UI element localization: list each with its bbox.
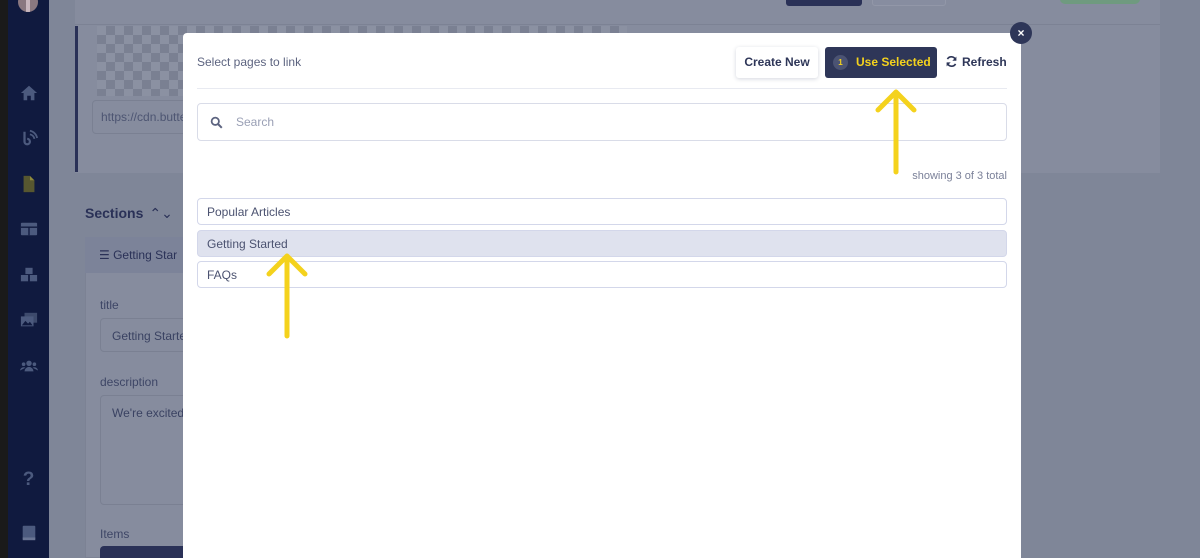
- home-icon[interactable]: [8, 82, 49, 102]
- results-count: showing 3 of 3 total: [912, 170, 1007, 182]
- annotation-arrow-getting-started: [266, 253, 308, 339]
- components-icon[interactable]: [8, 264, 49, 284]
- refresh-label: Refresh: [962, 55, 1007, 69]
- page-item-popular-articles[interactable]: Popular Articles: [197, 198, 1007, 225]
- top-toolbar: [75, 0, 1160, 25]
- title-label: title: [100, 298, 119, 312]
- blog-icon[interactable]: [8, 127, 49, 147]
- refresh-button[interactable]: Refresh: [945, 47, 1007, 78]
- window-edge: [0, 0, 8, 558]
- create-new-button[interactable]: Create New: [736, 47, 818, 78]
- section-panel-title: Getting Star: [113, 248, 178, 262]
- annotation-arrow-use-selected: [875, 89, 917, 175]
- toolbar-primary-button[interactable]: [786, 0, 862, 6]
- user-avatar[interactable]: [18, 0, 38, 12]
- help-icon[interactable]: ?: [8, 470, 49, 490]
- modal-title: Select pages to link: [197, 55, 302, 69]
- selected-count-badge: 1: [833, 55, 848, 70]
- close-icon[interactable]: ×: [1010, 22, 1032, 44]
- page-item-getting-started[interactable]: Getting Started: [197, 230, 1007, 257]
- search-icon: [210, 116, 223, 129]
- field-accent-bar: [75, 26, 78, 172]
- sort-icon[interactable]: ⌃⌄: [149, 205, 172, 221]
- book-icon[interactable]: [8, 522, 49, 542]
- drag-handle-icon[interactable]: ☰: [99, 248, 113, 262]
- use-selected-button[interactable]: 1 Use Selected: [825, 47, 937, 78]
- grid-icon[interactable]: [8, 218, 49, 238]
- description-label: description: [100, 375, 159, 389]
- users-icon[interactable]: [8, 355, 49, 375]
- publish-button[interactable]: [1060, 0, 1140, 4]
- page-item-faqs[interactable]: FAQs: [197, 261, 1007, 288]
- sections-heading: Sections ⌃⌄: [85, 205, 173, 222]
- media-icon[interactable]: [8, 309, 49, 329]
- sections-heading-label: Sections: [85, 205, 144, 221]
- use-selected-label: Use Selected: [856, 55, 931, 69]
- toolbar-secondary-button[interactable]: [872, 0, 946, 6]
- page-icon[interactable]: [8, 173, 49, 193]
- sidebar: ?: [8, 0, 49, 558]
- items-label: Items: [100, 527, 130, 541]
- refresh-icon: [946, 56, 957, 67]
